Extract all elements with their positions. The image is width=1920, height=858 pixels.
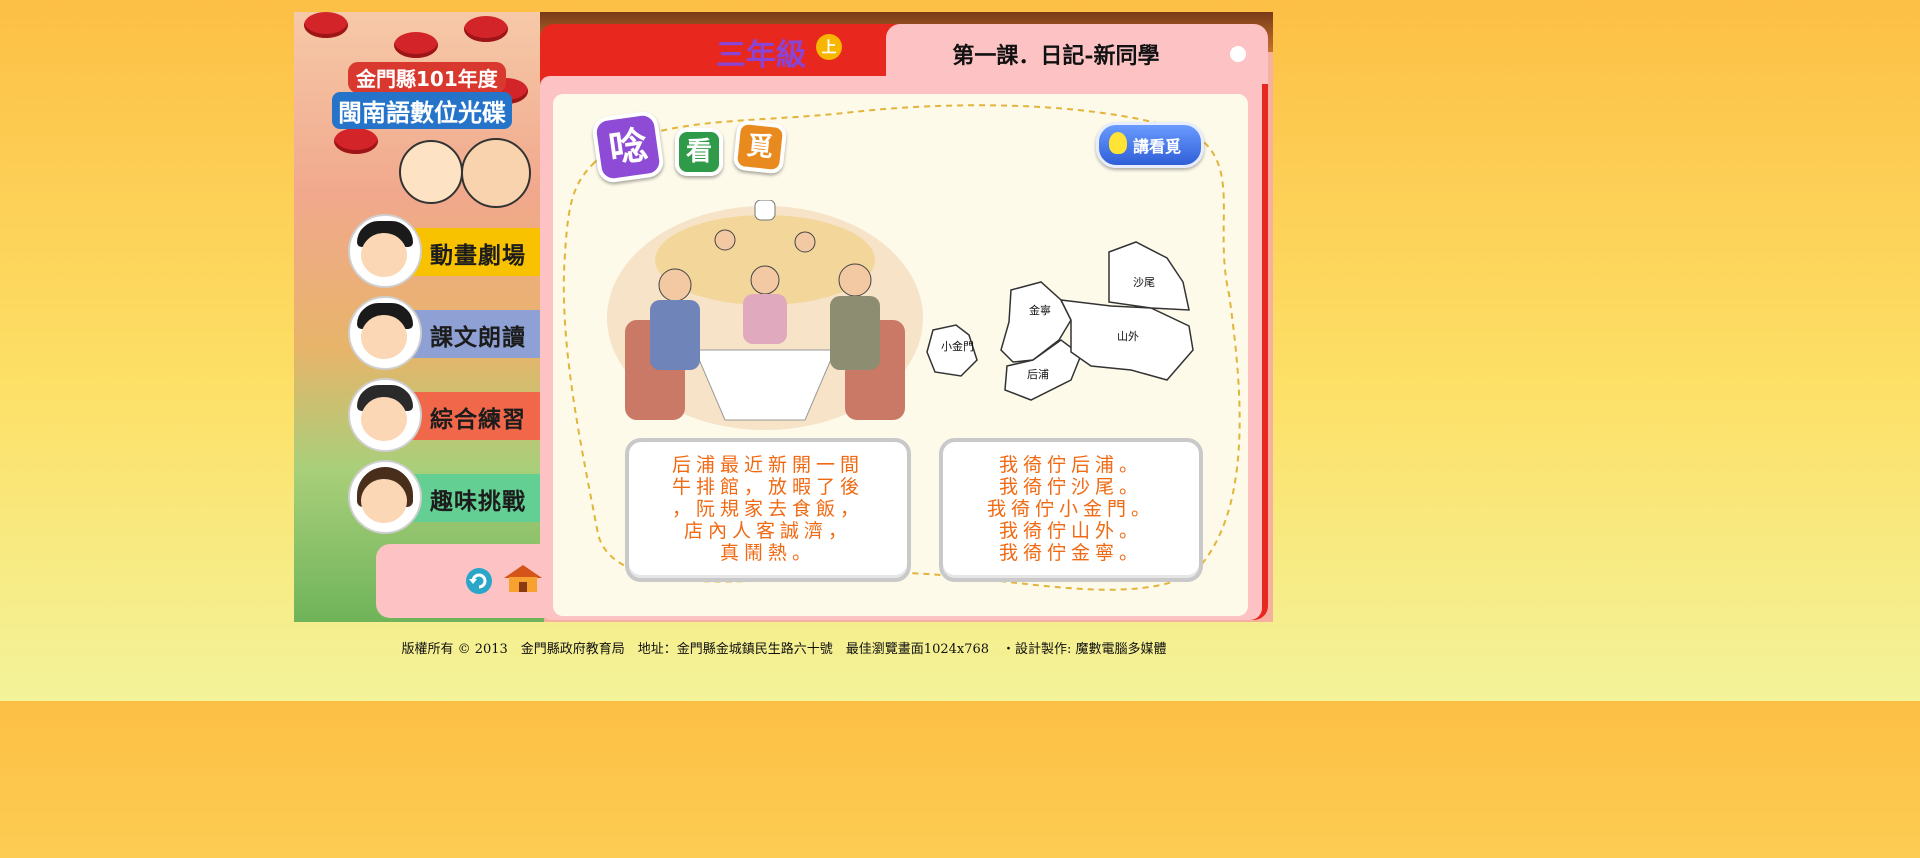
restaurant-illustration	[607, 200, 923, 430]
menu-animation-theater[interactable]: 動畫劇場	[350, 216, 540, 286]
content-area: 唸 看 覓 講看覓 沙尾 金寧 山外 小金門 后浦 后浦最近新開一間 牛排館，放…	[553, 94, 1248, 616]
girl-mascot	[399, 140, 463, 204]
menu-label: 課文朗讀	[430, 324, 526, 351]
avatar	[350, 298, 420, 368]
menu-text-reading[interactable]: 課文朗讀	[350, 298, 540, 368]
tab-dot	[1230, 46, 1246, 62]
home-icon[interactable]	[502, 562, 544, 594]
sentence-line: 我徛佇后浦。	[998, 454, 1143, 476]
footer-copyright: 版權所有 © 2013 金門縣政府教育局 地址：金門縣金城鎮民生路六十號 最佳瀏…	[401, 642, 1167, 657]
title-char: 唸	[605, 121, 650, 172]
sentence-text-box: 我徛佇后浦。 我徛佇沙尾。 我徛佇小金門。 我徛佇山外。 我徛佇金寧。	[939, 438, 1203, 582]
map-label-jinning: 金寧	[1029, 304, 1051, 317]
map-label-shawei: 沙尾	[1133, 276, 1155, 289]
title-tile-find: 覓	[732, 119, 788, 175]
logo-line1: 金門縣101年度	[348, 62, 506, 93]
lantern-decoration	[334, 128, 378, 154]
kinmen-map	[926, 241, 1194, 401]
title-char: 看	[685, 137, 712, 167]
story-line: 店內人客誠濟，	[683, 520, 852, 542]
story-line: 牛排館，放暇了後	[671, 476, 864, 498]
title-char: 覓	[745, 130, 775, 164]
avatar	[350, 380, 420, 450]
avatar	[350, 216, 420, 286]
map-label-shanwai: 山外	[1117, 330, 1139, 343]
menu-fun-challenge[interactable]: 趣味挑戰	[350, 462, 540, 532]
sentence-line: 我徛佇山外。	[998, 520, 1143, 542]
menu-practice[interactable]: 綜合練習	[350, 380, 540, 450]
lantern-decoration	[464, 16, 508, 42]
lesson-title-tab: 第一課．日記-新同學	[886, 24, 1268, 84]
lesson-title: 第一課．日記-新同學	[952, 43, 1160, 69]
app-frame: 金門縣101年度 閩南語數位光碟 動畫劇場 課文朗讀 綜合練習 趣味挑戰 第一課…	[294, 12, 1273, 622]
story-line: 后浦最近新開一間	[671, 454, 864, 476]
semester-badge: 上	[816, 34, 842, 60]
app-logo: 金門縣101年度 閩南語數位光碟	[330, 60, 512, 129]
mascot-characters	[399, 132, 539, 212]
bottom-nav	[376, 544, 544, 618]
sentence-line: 我徛佇小金門。	[986, 498, 1155, 520]
story-text-box: 后浦最近新開一間 牛排館，放暇了後 ，阮規家去食飯， 店內人客誠濟， 真鬧熱。	[625, 438, 911, 582]
menu-label: 趣味挑戰	[430, 488, 526, 515]
sentence-line: 我徛佇沙尾。	[998, 476, 1143, 498]
menu-label: 綜合練習	[430, 406, 526, 433]
story-line: ，阮規家去食飯，	[671, 498, 864, 520]
sentence-line: 我徛佇金寧。	[998, 542, 1143, 564]
lightbulb-icon	[1109, 132, 1127, 154]
title-tile-look: 看	[675, 128, 723, 176]
left-scene: 金門縣101年度 閩南語數位光碟 動畫劇場 課文朗讀 綜合練習 趣味挑戰	[294, 12, 544, 622]
map-label-xiaojinmen: 小金門	[941, 340, 974, 353]
speak-button-label: 講看覓	[1133, 137, 1182, 156]
back-arrow-icon[interactable]	[464, 566, 494, 596]
lantern-decoration	[304, 12, 348, 38]
lantern-decoration	[394, 32, 438, 58]
map-label-houpu: 后浦	[1027, 368, 1049, 381]
grade-label: 三年級	[716, 38, 806, 73]
title-tile-read: 唸	[590, 109, 666, 185]
avatar	[350, 462, 420, 532]
menu-label: 動畫劇場	[430, 242, 526, 269]
boy-mascot	[461, 138, 531, 208]
speak-button[interactable]: 講看覓	[1096, 122, 1204, 168]
logo-line2: 閩南語數位光碟	[332, 92, 512, 129]
story-line: 真鬧熱。	[719, 542, 816, 564]
